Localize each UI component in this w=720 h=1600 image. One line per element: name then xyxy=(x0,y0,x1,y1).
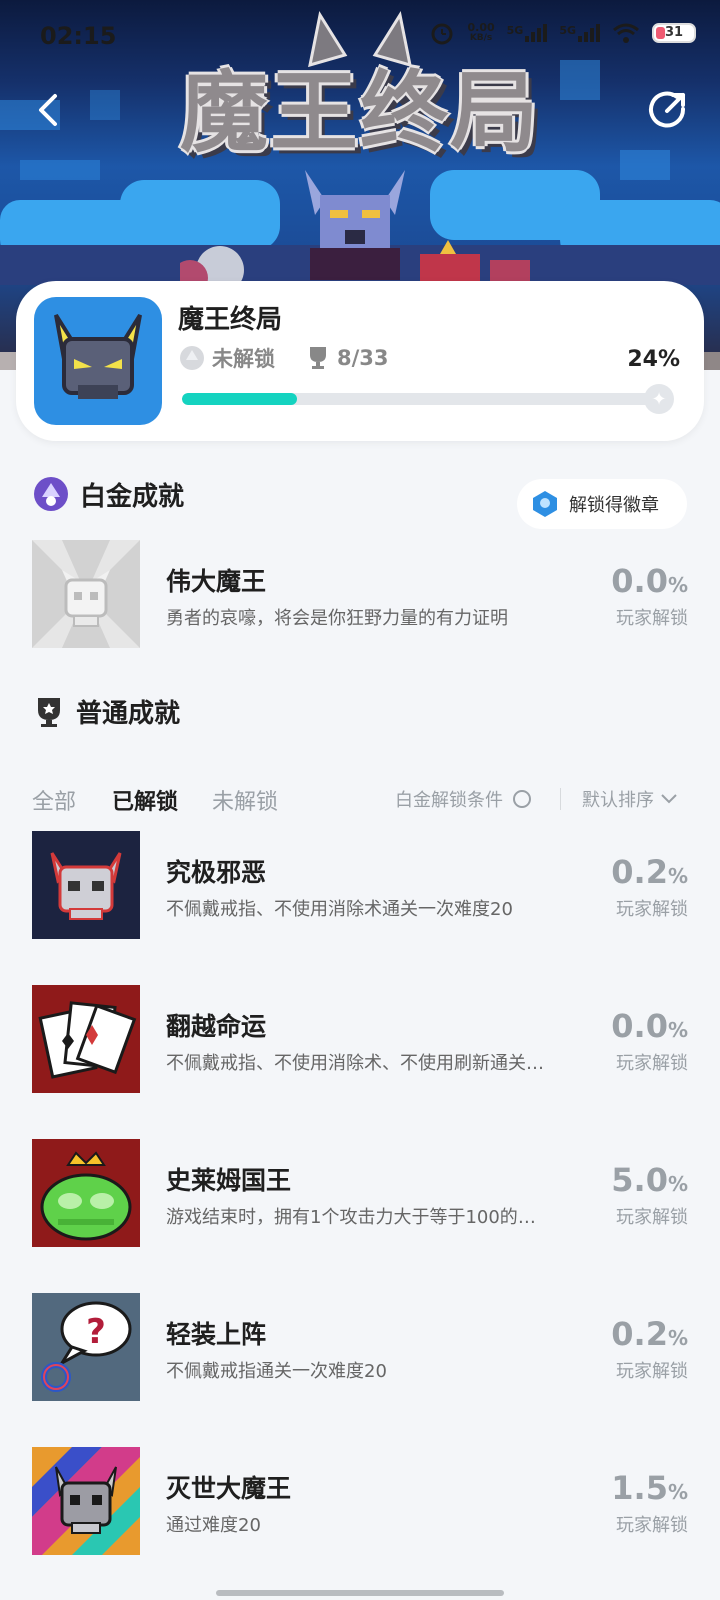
back-button[interactable] xyxy=(20,82,76,138)
completion-percent: 24% xyxy=(627,347,680,372)
progress-end-icon: ✦ xyxy=(644,384,674,414)
achievement-icon xyxy=(32,831,140,939)
signal-2-icon: 5G xyxy=(559,24,600,42)
status-bar: 02:15 0.00 KB/s 5G 5G 31 xyxy=(0,0,720,74)
tab-unlocked[interactable]: 已解锁 xyxy=(112,784,178,816)
platinum-section-icon xyxy=(34,477,68,511)
hero-title: 魔王终局 xyxy=(179,61,540,164)
trophy-icon xyxy=(310,347,326,369)
achievement-name: 灭世大魔王 xyxy=(166,1474,292,1503)
game-meta: 未解锁 8/33 xyxy=(178,343,389,373)
achievement-desc: 勇者的哀嚎，将会是你狂野力量的有力证明 xyxy=(166,608,508,629)
normal-section-header: 普通成就 xyxy=(32,693,180,730)
achievement-rate: 0.0% xyxy=(611,562,688,600)
achievement-rate-label: 玩家解锁 xyxy=(616,1361,688,1382)
share-icon xyxy=(649,91,686,128)
platinum-heading: 白金成就 xyxy=(80,481,185,512)
achievement-row[interactable]: 究极邪恶 不佩戴戒指、不使用消除术通关一次难度20 0.2% 玩家解锁 xyxy=(32,831,688,939)
platinum-section-header: 白金成就 xyxy=(32,475,184,513)
sort-label: 默认排序 xyxy=(582,790,654,811)
achievement-rate: 5.0% xyxy=(611,1161,688,1199)
achievement-name: 究极邪恶 xyxy=(166,858,267,887)
achievement-desc: 不佩戴戒指通关一次难度20 xyxy=(166,1361,387,1382)
back-arrow-icon xyxy=(39,94,57,126)
achievement-rate-label: 玩家解锁 xyxy=(616,1207,688,1228)
achievement-rate-label: 玩家解锁 xyxy=(616,899,688,920)
sort-dropdown[interactable]: 默认排序 xyxy=(582,786,678,812)
platinum-status: 未解锁 xyxy=(212,347,275,371)
game-name: 魔王终局 xyxy=(178,305,283,335)
game-icon xyxy=(34,297,162,425)
progress-fill xyxy=(182,393,297,405)
achievement-row[interactable]: 翻越命运 不佩戴戒指、不使用消除术、不使用刷新通关一次 0.0% 玩家解锁 xyxy=(32,985,688,1093)
trophy-count: 8/33 xyxy=(337,346,389,370)
svg-text:?: ? xyxy=(86,1312,106,1352)
wifi-icon xyxy=(613,23,639,43)
achievement-row[interactable]: 史莱姆国王 游戏结束时，拥有1个攻击力大于等于100的史莱姆 5.0% 玩家解锁 xyxy=(32,1139,688,1247)
achievement-desc: 不佩戴戒指、不使用消除术、不使用刷新通关一次 xyxy=(166,1053,546,1074)
game-summary-card[interactable]: 魔王终局 未解锁 8/33 24% ✦ xyxy=(16,281,704,441)
achievement-icon xyxy=(32,1447,140,1555)
status-time: 02:15 xyxy=(40,22,117,50)
achievement-name: 史莱姆国王 xyxy=(166,1166,292,1195)
tab-all[interactable]: 全部 xyxy=(32,784,76,816)
tab-locked[interactable]: 未解锁 xyxy=(212,784,278,816)
platinum-achievement-row[interactable]: 伟大魔王 勇者的哀嚎，将会是你狂野力量的有力证明 0.0% 玩家解锁 xyxy=(32,540,688,648)
achievement-rate: 0.2% xyxy=(611,1315,688,1353)
trophy-section-icon xyxy=(38,697,60,727)
platinum-condition-filter[interactable]: 白金解锁条件 xyxy=(395,786,531,812)
achievement-icon xyxy=(32,985,140,1093)
achievement-rate-label: 玩家解锁 xyxy=(616,1053,688,1074)
achievement-name: 伟大魔王 xyxy=(166,567,267,596)
completion-progress-bar xyxy=(182,393,660,405)
chevron-down-icon xyxy=(661,794,677,804)
battery-indicator: 31 xyxy=(652,23,696,43)
share-button[interactable] xyxy=(640,82,696,138)
unlock-badge-button[interactable]: 解锁得徽章 xyxy=(517,479,687,529)
signal-1-icon: 5G xyxy=(507,24,548,42)
normal-heading: 普通成就 xyxy=(76,699,181,729)
achievement-rate-label: 玩家解锁 xyxy=(616,608,688,629)
filter-divider xyxy=(560,788,561,810)
achievement-row[interactable]: 灭世大魔王 通过难度20 1.5% 玩家解锁 xyxy=(32,1447,688,1555)
achievement-rate: 1.5% xyxy=(611,1469,688,1507)
achievement-rate: 0.0% xyxy=(611,1007,688,1045)
achievement-rate-label: 玩家解锁 xyxy=(616,1515,688,1536)
achievement-desc: 通过难度20 xyxy=(166,1515,261,1536)
radio-icon xyxy=(513,790,531,808)
achievement-rate: 0.2% xyxy=(611,853,688,891)
alarm-icon xyxy=(431,23,453,45)
net-speed: 0.00 KB/s xyxy=(467,21,495,43)
achievement-row[interactable]: ? 轻装上阵 不佩戴戒指通关一次难度20 0.2% 玩家解锁 xyxy=(32,1293,688,1401)
achievement-icon xyxy=(32,540,140,648)
achievement-desc: 游戏结束时，拥有1个攻击力大于等于100的史莱姆 xyxy=(166,1207,546,1228)
achievement-name: 翻越命运 xyxy=(166,1012,267,1041)
achievement-icon: ? xyxy=(32,1293,140,1401)
achievement-icon xyxy=(32,1139,140,1247)
unlock-badge-label: 解锁得徽章 xyxy=(569,495,659,516)
filter-label: 白金解锁条件 xyxy=(395,790,503,811)
platinum-trophy-icon xyxy=(180,346,204,370)
achievement-name: 轻装上阵 xyxy=(166,1320,267,1349)
achievement-desc: 不佩戴戒指、不使用消除术通关一次难度20 xyxy=(166,899,513,920)
badge-icon xyxy=(533,491,557,517)
home-indicator[interactable] xyxy=(216,1590,504,1596)
achievement-tabs: 全部 已解锁 未解锁 白金解锁条件 默认排序 xyxy=(32,780,688,816)
